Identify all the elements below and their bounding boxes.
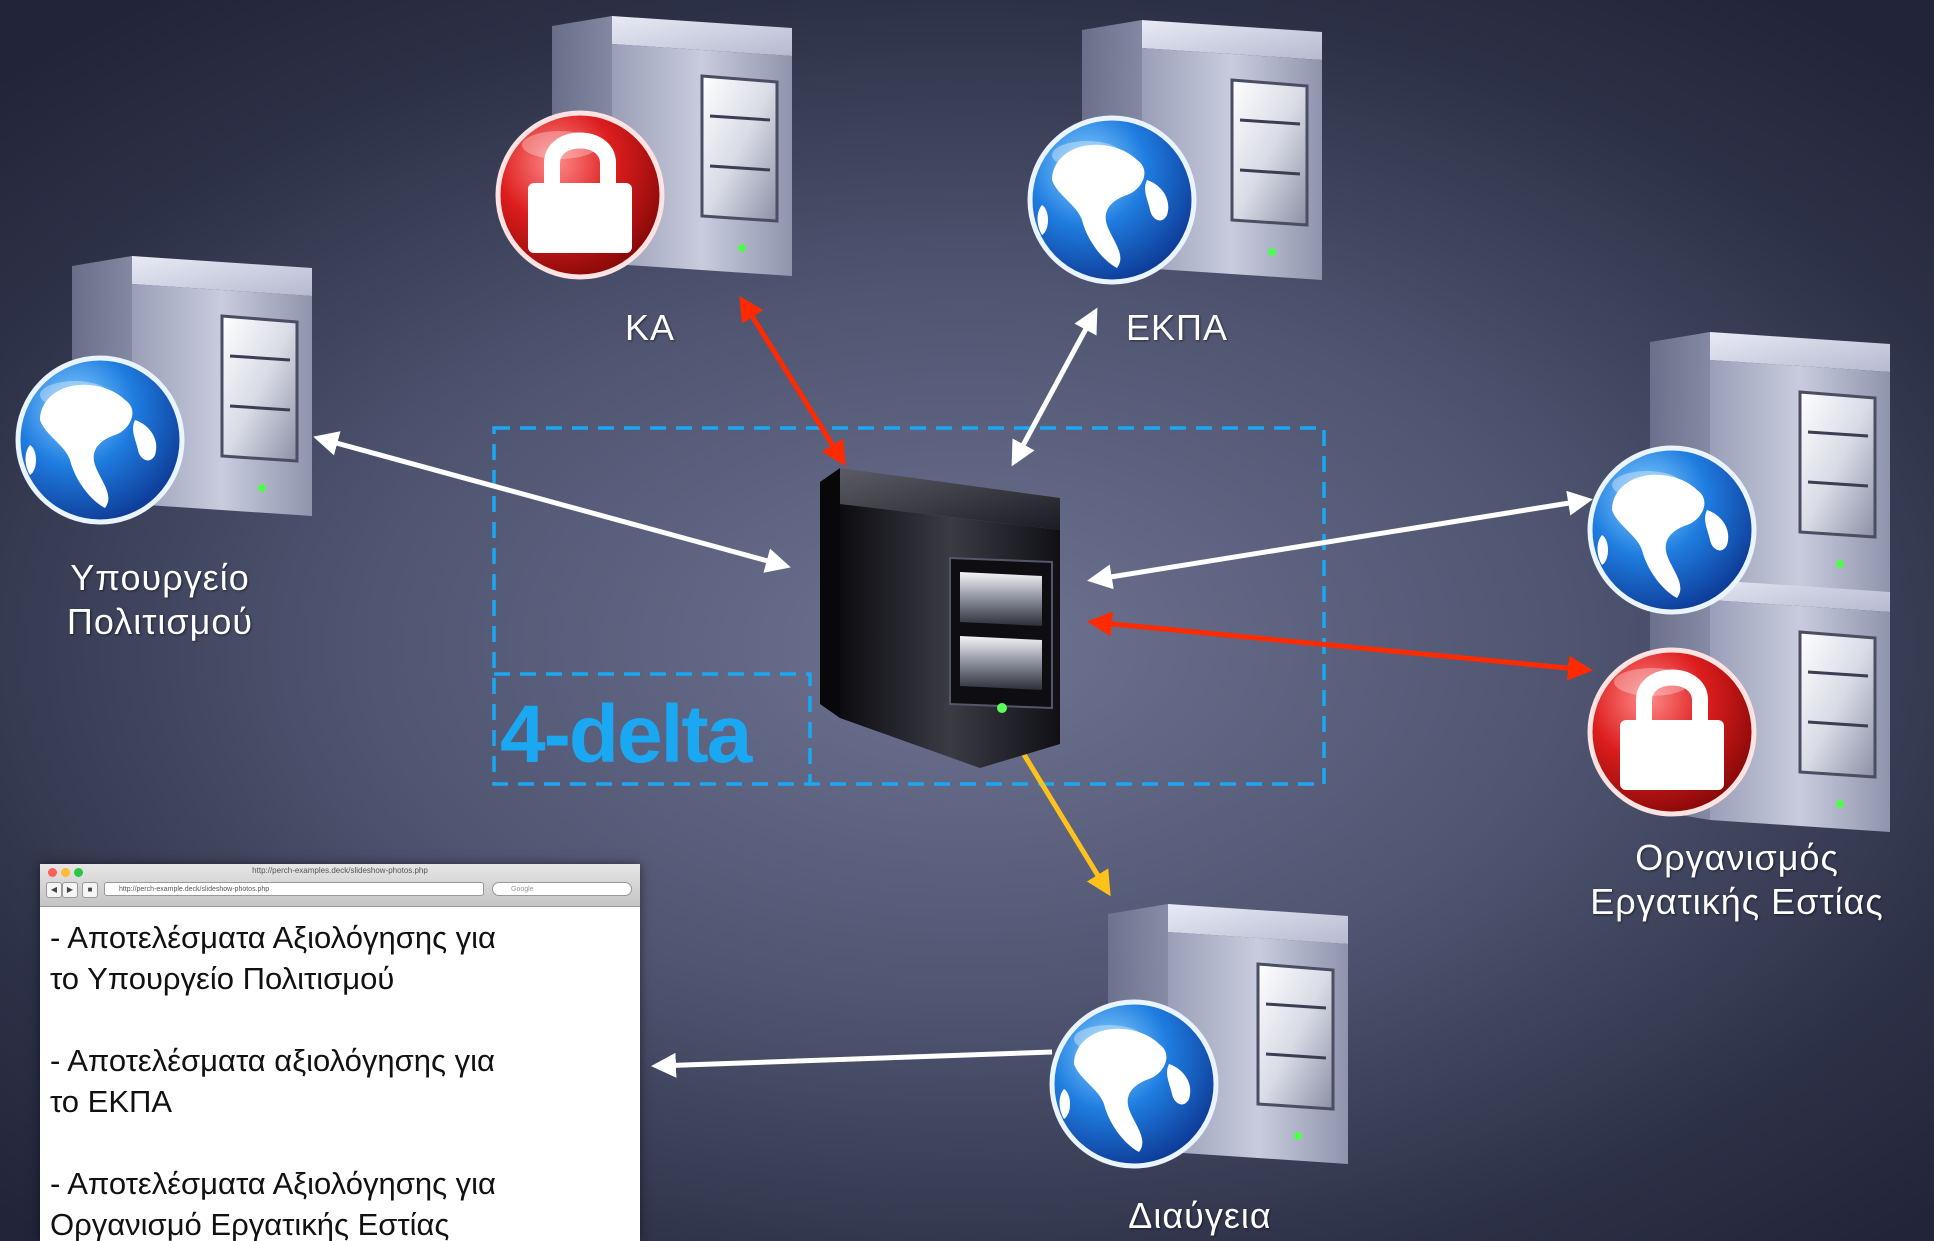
label-ministry-line1: Υπουργείο <box>70 557 250 598</box>
browser-title: http://perch-examples.deck/slideshow-pho… <box>252 866 428 875</box>
server-ka <box>498 14 794 277</box>
globe-icon <box>1590 448 1754 612</box>
label-ka: ΚΑ <box>624 307 676 348</box>
label-diavgeia: Διαύγεια <box>1128 1195 1272 1236</box>
server-diavgeia <box>1052 902 1350 1166</box>
result-item[interactable]: - Αποτελέσματα Αξιολόγησης για Οργανισμό… <box>50 1163 630 1241</box>
result-line: - Αποτελέσματα αξιολόγησης για <box>50 1043 495 1078</box>
result-line: Οργανισμό Εργατικής Εστίας <box>50 1207 450 1241</box>
back-button[interactable]: ◀ <box>46 882 62 898</box>
result-line: - Αποτελέσματα Αξιολόγησης για <box>50 920 496 955</box>
arrow-ka-center <box>739 295 846 467</box>
delta-title: 4-delta <box>500 689 752 780</box>
server-workers <box>1590 330 1892 834</box>
globe-icon <box>1052 1002 1216 1166</box>
stop-button[interactable]: ■ <box>82 882 98 898</box>
globe-icon <box>1030 118 1194 282</box>
browser-toolbar: http://perch-examples.deck/slideshow-pho… <box>40 864 640 907</box>
label-workers-line1: Οργανισμός <box>1635 837 1839 878</box>
browser-window: http://perch-examples.deck/slideshow-pho… <box>40 864 640 1241</box>
label-ekpa: ΕΚΠΑ <box>1125 307 1229 348</box>
arrow-workers-secure-center <box>1087 611 1593 681</box>
server-ekpa <box>1030 18 1324 282</box>
arrow-workers-center <box>1087 490 1593 590</box>
forward-button[interactable]: ▶ <box>62 882 78 898</box>
result-item[interactable]: - Αποτελέσματα Αξιολόγησης για το Υπουργ… <box>50 917 630 999</box>
globe-icon <box>18 358 182 522</box>
label-workers: Οργανισμός Εργατικής Εστίας <box>1540 836 1934 924</box>
lock-icon <box>498 113 662 277</box>
arrow-ministry-center <box>313 431 791 573</box>
arrow-diavgeia-browser <box>651 1049 1053 1078</box>
server-icon <box>820 468 1060 768</box>
server-ministry <box>18 254 314 522</box>
url-input[interactable]: http://perch-example.deck/slideshow-phot… <box>104 882 484 896</box>
label-workers-line2: Εργατικής Εστίας <box>1590 881 1884 922</box>
label-ministry-line2: Πολιτισμού <box>66 601 254 642</box>
search-input[interactable]: Google <box>492 882 632 896</box>
result-item[interactable]: - Αποτελέσματα αξιολόγησης για το ΕΚΠΑ <box>50 1040 630 1122</box>
result-line: - Αποτελέσματα Αξιολόγησης για <box>50 1166 496 1201</box>
results-list: - Αποτελέσματα Αξιολόγησης για το Υπουργ… <box>40 907 640 1241</box>
arrow-center-diavgeia <box>1017 746 1111 897</box>
label-ministry: Υπουργείο Πολιτισμού <box>20 556 300 644</box>
arrow-ekpa-center <box>1011 307 1098 467</box>
lock-icon <box>1590 650 1754 814</box>
result-line: το ΕΚΠΑ <box>50 1084 173 1119</box>
result-line: το Υπουργείο Πολιτισμού <box>50 961 395 996</box>
